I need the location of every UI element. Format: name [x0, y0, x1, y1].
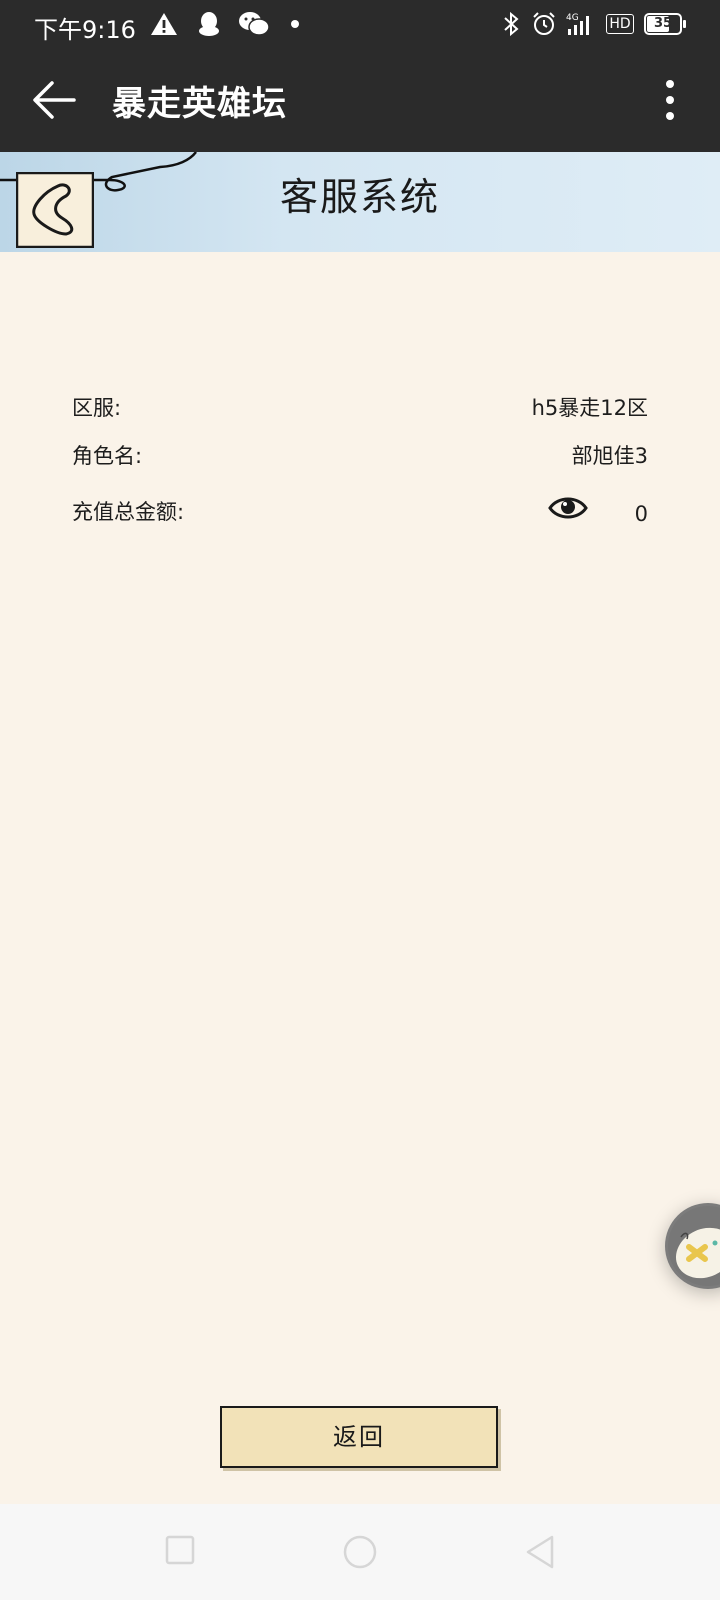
- hd-icon: HD: [606, 12, 634, 36]
- page-back-button[interactable]: [15, 171, 95, 249]
- server-value: h5暴走12区: [531, 396, 648, 420]
- floating-assistant-icon[interactable]: [665, 1203, 720, 1289]
- back-arrow-icon[interactable]: [30, 74, 82, 126]
- signal-icon: 4G: [564, 12, 594, 36]
- page-header: 客服系统: [0, 152, 720, 252]
- qq-icon: [196, 12, 222, 36]
- role-label: 角色名:: [72, 444, 143, 468]
- more-options-icon[interactable]: [658, 76, 682, 126]
- role-row: 角色名: 部旭佳3: [72, 436, 648, 472]
- warning-icon: [150, 12, 178, 36]
- battery-level: 35: [653, 16, 673, 31]
- recent-apps-icon[interactable]: [164, 1534, 196, 1570]
- server-label: 区服:: [72, 396, 122, 420]
- svg-text:4G: 4G: [566, 13, 579, 23]
- system-nav-bar: [0, 1504, 720, 1600]
- return-button[interactable]: 返回: [220, 1406, 498, 1468]
- home-icon[interactable]: [342, 1534, 378, 1574]
- status-bar: 下午9:16 4G HD 35: [0, 0, 720, 48]
- app-bar: 暴走英雄坛: [0, 48, 720, 152]
- system-back-icon[interactable]: [524, 1534, 556, 1574]
- battery-icon: 35: [644, 12, 686, 36]
- recharge-label: 充值总金额:: [72, 500, 185, 524]
- wechat-icon: [238, 12, 270, 36]
- page-heading: 客服系统: [279, 175, 440, 219]
- alarm-icon: [530, 12, 558, 36]
- app-title: 暴走英雄坛: [112, 84, 287, 124]
- server-row: 区服: h5暴走12区: [72, 388, 648, 424]
- bluetooth-icon: [500, 11, 522, 37]
- status-time: 下午9:16: [34, 16, 136, 44]
- recharge-row: 充值总金额: 0: [72, 492, 648, 528]
- notification-dot-icon: [290, 12, 300, 36]
- role-value: 部旭佳3: [571, 444, 648, 468]
- eye-toggle-icon[interactable]: [548, 490, 588, 526]
- hd-label: HD: [606, 14, 634, 34]
- recharge-value: 0: [634, 502, 648, 526]
